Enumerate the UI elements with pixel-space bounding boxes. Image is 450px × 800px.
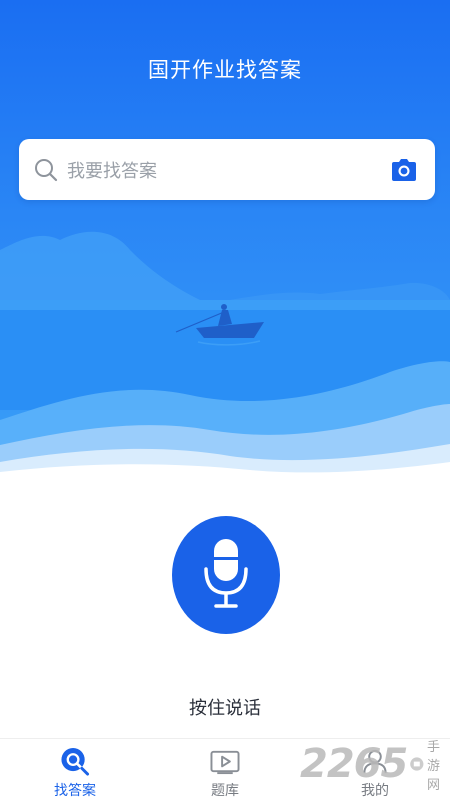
- search-icon: [35, 158, 58, 181]
- hold-to-speak-label: 按住说话: [189, 698, 261, 719]
- camera-icon[interactable]: [389, 156, 419, 184]
- watermark: 2265 手游网: [300, 740, 450, 793]
- tab-find-answer[interactable]: 找答案: [0, 739, 150, 800]
- watermark-text: 手游网: [426, 739, 440, 793]
- tab-label: 找答案: [54, 783, 96, 799]
- hero-banner: 国开作业找答案 我要找答案: [0, 0, 450, 480]
- voice-input-button[interactable]: [172, 516, 280, 634]
- watermark-number: 2265: [300, 741, 408, 787]
- watermark-logo-icon: [410, 757, 424, 771]
- page-title: 国开作业找答案: [148, 58, 302, 82]
- search-icon: [61, 747, 90, 776]
- tab-label: 题库: [211, 783, 239, 799]
- tab-question-bank[interactable]: 题库: [150, 739, 300, 800]
- microphone-icon: [204, 539, 248, 608]
- search-bar[interactable]: 我要找答案: [19, 139, 435, 200]
- search-input[interactable]: 我要找答案: [67, 157, 389, 183]
- play-icon: [210, 750, 240, 775]
